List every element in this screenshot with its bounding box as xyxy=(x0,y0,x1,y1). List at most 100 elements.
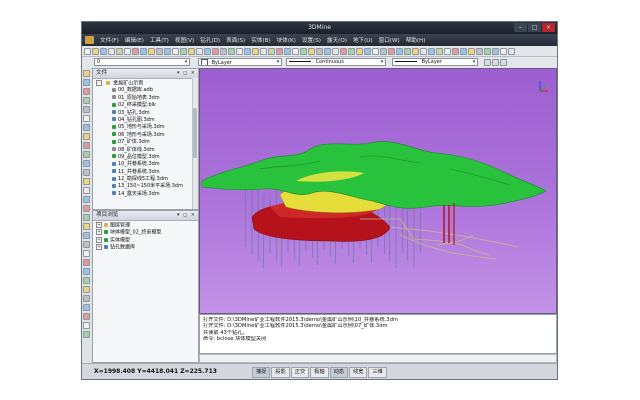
side-tool-icon[interactable] xyxy=(83,79,90,86)
menu-item[interactable]: 钻孔(D) xyxy=(197,36,223,44)
layer-combo[interactable]: 0 ▾ xyxy=(94,58,190,66)
file-list-item[interactable]: 03_钻孔.3dm xyxy=(96,110,198,117)
status-toggle-button[interactable]: 正交 xyxy=(290,367,310,378)
linetype-combo[interactable]: Continuous ▾ xyxy=(286,58,386,66)
side-tool-icon[interactable] xyxy=(83,169,90,176)
toolbar-tool-icon[interactable] xyxy=(156,47,163,55)
toolbar-tool-icon[interactable] xyxy=(420,47,427,55)
toolbar-tool-icon[interactable] xyxy=(348,47,355,55)
side-tool-icon[interactable] xyxy=(83,214,90,221)
color-combo[interactable]: ByLayer ▾ xyxy=(198,58,282,66)
menu-item[interactable]: 露天(O) xyxy=(324,36,350,44)
toolbar-tool-icon[interactable] xyxy=(340,47,347,55)
toolbar-tool-icon[interactable] xyxy=(84,47,91,55)
toolbar-tool-icon[interactable] xyxy=(228,47,235,55)
file-list-item[interactable]: 05_地形与采场.3dm xyxy=(96,124,198,131)
toolbar-tool-icon[interactable] xyxy=(500,47,507,55)
side-tool-icon[interactable] xyxy=(83,286,90,293)
side-tool-icon[interactable] xyxy=(83,160,90,167)
side-tool-icon[interactable] xyxy=(83,268,90,275)
menu-item[interactable]: 表面(S) xyxy=(223,36,248,44)
side-tool-icon[interactable] xyxy=(83,304,90,311)
toolbar-tool-icon[interactable] xyxy=(372,47,379,55)
file-list-item[interactable]: 08_矿体线.3dm xyxy=(96,147,198,154)
toolbar-tool-icon[interactable] xyxy=(180,47,187,55)
toolbar-tool-icon[interactable] xyxy=(412,47,419,55)
toolbar-tool-icon[interactable] xyxy=(188,47,195,55)
toolbar-tool-icon[interactable] xyxy=(292,47,299,55)
project-tree-item[interactable]: + 实体模型 xyxy=(96,236,198,244)
toolbar-tool-icon[interactable] xyxy=(244,47,251,55)
expand-icon[interactable]: + xyxy=(96,222,102,228)
panel-controls[interactable]: ▾ ◻ × xyxy=(177,211,196,220)
status-toggle-button[interactable]: 捕捉 xyxy=(252,367,271,378)
toolbar-tool-icon[interactable] xyxy=(140,47,147,55)
menu-item[interactable]: 编辑(E) xyxy=(122,36,147,44)
expand-icon[interactable]: + xyxy=(96,236,102,243)
toolbar-tool-icon[interactable] xyxy=(220,47,227,55)
side-tool-icon[interactable] xyxy=(83,115,90,122)
toolbar-tool-icon[interactable] xyxy=(204,47,211,55)
file-list-item[interactable]: 10_井巷系统.3dm xyxy=(96,161,198,168)
file-panel-scrollbar[interactable] xyxy=(192,78,198,209)
toolbar-tool-icon[interactable] xyxy=(260,47,267,55)
menu-item[interactable]: 文件(F) xyxy=(97,36,122,44)
toolbar-tool-icon[interactable] xyxy=(476,47,483,55)
side-tool-icon[interactable] xyxy=(83,241,90,248)
toolbar-tool-icon[interactable] xyxy=(236,47,243,55)
axis-gizmo[interactable] xyxy=(539,81,548,92)
toolbar-tool-icon[interactable] xyxy=(388,47,395,55)
expand-icon[interactable]: + xyxy=(96,244,102,251)
file-list-item[interactable]: 02_终采模型.blk xyxy=(96,102,198,109)
minimize-button[interactable]: – xyxy=(514,23,527,32)
toolbar-tool-icon[interactable] xyxy=(108,47,115,55)
status-toggle-button[interactable]: 三维 xyxy=(368,367,387,378)
toolbar-tool-icon[interactable] xyxy=(436,47,443,55)
file-list-item[interactable]: 13_150~150米平采场.3dm xyxy=(96,183,198,190)
menu-item[interactable]: 实体(B) xyxy=(248,36,273,44)
side-tool-icon[interactable] xyxy=(83,313,90,320)
project-tree-item[interactable]: + 图层管理 xyxy=(96,222,198,229)
close-button[interactable]: × xyxy=(542,23,555,32)
file-list-item[interactable]: 00_数据库.adb xyxy=(96,87,198,94)
side-tool-icon[interactable] xyxy=(83,178,90,185)
toolbar-tool-icon[interactable] xyxy=(364,47,371,55)
match-icon[interactable] xyxy=(492,59,499,66)
toolbar-tool-icon[interactable] xyxy=(164,47,171,55)
collapse-icon[interactable]: – xyxy=(96,80,102,86)
side-tool-icon[interactable] xyxy=(83,106,90,113)
expand-icon[interactable]: + xyxy=(96,229,102,236)
toolbar-tool-icon[interactable] xyxy=(396,47,403,55)
side-tool-icon[interactable] xyxy=(83,232,90,239)
toolbar-tool-icon[interactable] xyxy=(332,47,339,55)
menu-item[interactable]: 窗口(W) xyxy=(376,36,403,44)
toolbar-tool-icon[interactable] xyxy=(116,47,123,55)
properties-icon[interactable] xyxy=(484,59,491,66)
toolbar-tool-icon[interactable] xyxy=(276,47,283,55)
side-tool-icon[interactable] xyxy=(83,205,90,212)
toolbar-tool-icon[interactable] xyxy=(404,47,411,55)
side-tool-icon[interactable] xyxy=(83,97,90,104)
side-tool-icon[interactable] xyxy=(83,70,90,77)
side-tool-icon[interactable] xyxy=(83,88,90,95)
menu-item[interactable]: 块体(K) xyxy=(274,36,299,44)
toolbar-tool-icon[interactable] xyxy=(132,47,139,55)
side-tool-icon[interactable] xyxy=(83,331,90,338)
toolbar-tool-icon[interactable] xyxy=(468,47,475,55)
toolbar-tool-icon[interactable] xyxy=(284,47,291,55)
side-tool-icon[interactable] xyxy=(83,142,90,149)
side-tool-icon[interactable] xyxy=(83,151,90,158)
toolbar-tool-icon[interactable] xyxy=(484,47,491,55)
project-tree-item[interactable]: + 块体模型_02_终采模型 xyxy=(96,229,198,236)
side-tool-icon[interactable] xyxy=(83,196,90,203)
side-tool-icon[interactable] xyxy=(83,322,90,329)
toolbar-tool-icon[interactable] xyxy=(324,47,331,55)
status-toggle-button[interactable]: 动态 xyxy=(329,367,348,378)
green-terrain-surface[interactable] xyxy=(201,141,547,209)
side-tool-icon[interactable] xyxy=(83,223,90,230)
3d-viewport[interactable] xyxy=(199,68,557,314)
file-list-item[interactable]: 07_矿体.3dm xyxy=(96,139,198,146)
menu-item[interactable]: 工具(T) xyxy=(147,36,172,44)
toolbar-tool-icon[interactable] xyxy=(308,47,315,55)
toolbar-tool-icon[interactable] xyxy=(428,47,435,55)
